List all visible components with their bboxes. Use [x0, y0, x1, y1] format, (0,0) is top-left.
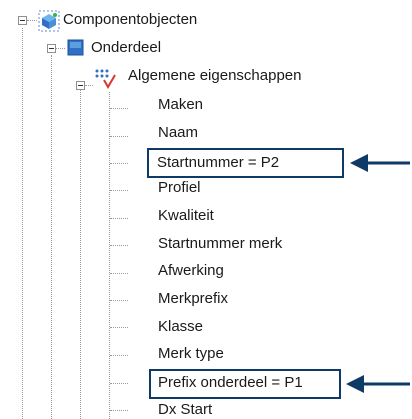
tree-guide-line	[85, 85, 93, 86]
tree-leaf-item[interactable]: Afwerking	[158, 262, 224, 280]
tree-leaf-item[interactable]: Merk type	[158, 345, 224, 363]
tree-guide-line	[110, 190, 128, 191]
tree-node-root-label[interactable]: Componentobjecten	[63, 11, 197, 29]
tree-node-part-label[interactable]: Onderdeel	[91, 39, 161, 57]
tree-leaf-item[interactable]: Startnummer merk	[158, 235, 282, 253]
tree-guide-line	[27, 20, 37, 21]
left-arrow-icon	[346, 375, 410, 393]
left-arrow-icon	[350, 154, 410, 172]
tree-leaf-item-highlighted[interactable]: Prefix onderdeel = P1	[158, 374, 303, 392]
component-objects-icon	[38, 10, 60, 32]
collapse-toggle-general[interactable]	[76, 81, 85, 90]
tree-guide-line	[80, 82, 81, 419]
tree-guide-line	[110, 300, 128, 301]
part-square-icon	[67, 39, 84, 56]
tree-leaf-item[interactable]: Merkprefix	[158, 290, 228, 308]
tree-guide-line	[22, 28, 23, 419]
tree-guide-line	[110, 383, 128, 384]
tree-guide-line	[110, 163, 128, 164]
tree-guide-line	[110, 355, 128, 356]
tree-node-general-label[interactable]: Algemene eigenschappen	[128, 67, 301, 85]
tree-leaf-item-highlighted[interactable]: Startnummer = P2	[157, 154, 279, 172]
tree-guide-line	[110, 218, 128, 219]
tree-guide-line	[51, 55, 52, 419]
tree-leaf-item[interactable]: Maken	[158, 96, 203, 114]
tree-guide-line	[110, 410, 128, 411]
tree-guide-line	[110, 136, 128, 137]
collapse-toggle-part[interactable]	[47, 44, 56, 53]
collapse-toggle-root[interactable]	[18, 16, 27, 25]
tree-leaf-item[interactable]: Kwaliteit	[158, 207, 214, 225]
general-properties-icon	[95, 69, 116, 89]
tree-leaf-item[interactable]: Profiel	[158, 179, 201, 197]
property-tree: Componentobjecten Onderdeel Algemene eig…	[0, 0, 412, 419]
tree-guide-line	[56, 48, 65, 49]
tree-guide-line	[110, 108, 128, 109]
tree-leaf-item[interactable]: Naam	[158, 124, 198, 142]
tree-guide-line	[110, 245, 128, 246]
tree-leaf-item[interactable]: Klasse	[158, 318, 203, 336]
tree-guide-line	[110, 273, 128, 274]
tree-guide-line	[109, 92, 110, 419]
tree-leaf-item[interactable]: Dx Start	[158, 401, 212, 419]
tree-guide-line	[110, 327, 128, 328]
